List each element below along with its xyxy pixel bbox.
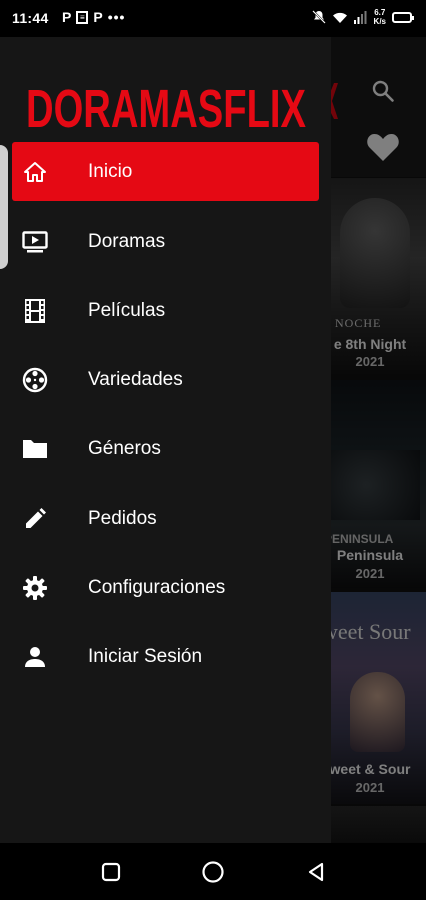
drawer-item-variedades[interactable]: Variedades	[12, 350, 319, 409]
network-speed: 6.7 K/s	[374, 8, 386, 26]
drawer-item-label: Inicio	[88, 161, 133, 182]
folder-icon	[22, 436, 48, 462]
home-icon	[22, 159, 48, 185]
recents-icon	[101, 862, 121, 882]
drawer-item-pedidos[interactable]: Pedidos	[12, 489, 319, 548]
navigation-drawer: DORAMASFLIX Inicio Doramas Películas Var…	[0, 37, 331, 843]
notification-icons: P ≡ P •••	[62, 9, 125, 25]
signal-icon	[353, 10, 367, 24]
network-speed-value: 6.7	[374, 8, 386, 17]
drawer-item-peliculas[interactable]: Películas	[12, 281, 319, 340]
person-icon	[22, 644, 48, 670]
drawer-item-iniciar-sesion[interactable]: Iniciar Sesión	[12, 627, 319, 686]
tv-play-icon	[22, 229, 48, 255]
drawer-item-label: Películas	[88, 300, 166, 321]
film-strip-icon	[22, 298, 48, 324]
wifi-icon	[332, 12, 347, 23]
clock: 11:44	[12, 10, 49, 26]
drawer-item-label: Iniciar Sesión	[88, 646, 203, 667]
more-notifications-icon: •••	[107, 9, 126, 25]
gear-icon	[22, 575, 48, 601]
system-icons: 6.7 K/s	[311, 8, 414, 26]
drawer-item-label: Géneros	[88, 438, 161, 459]
news-icon: ≡	[76, 10, 89, 24]
drawer-item-generos[interactable]: Géneros	[12, 419, 319, 478]
drawer-item-label: Pedidos	[88, 508, 157, 529]
home-button[interactable]	[198, 857, 228, 887]
drawer-item-doramas[interactable]: Doramas	[12, 212, 319, 271]
back-button[interactable]	[301, 857, 331, 887]
back-triangle-icon	[308, 862, 324, 882]
film-reel-icon	[22, 367, 48, 393]
drawer-item-label: Doramas	[88, 231, 166, 252]
p-app-icon: P	[93, 9, 103, 25]
battery-icon	[392, 11, 414, 23]
brand-logo-text: DORAMASFLIX	[26, 79, 306, 135]
mute-icon	[311, 10, 326, 24]
pencil-icon	[22, 506, 48, 532]
home-circle-icon	[202, 861, 224, 883]
drawer-item-label: Variedades	[88, 369, 183, 390]
drawer-item-inicio[interactable]: Inicio	[12, 142, 319, 201]
network-speed-unit: K/s	[373, 17, 386, 26]
drawer-item-label: Configuraciones	[88, 577, 226, 598]
drawer-item-configuraciones[interactable]: Configuraciones	[12, 558, 319, 617]
parking-app-icon: P	[62, 9, 72, 25]
status-bar: 11:44 P ≡ P ••• 6.7 K/s	[0, 0, 426, 37]
brand-logo: DORAMASFLIX	[26, 79, 306, 135]
side-edge-handle[interactable]	[0, 145, 8, 269]
system-navigation-bar	[0, 843, 426, 900]
recents-button[interactable]	[96, 857, 126, 887]
